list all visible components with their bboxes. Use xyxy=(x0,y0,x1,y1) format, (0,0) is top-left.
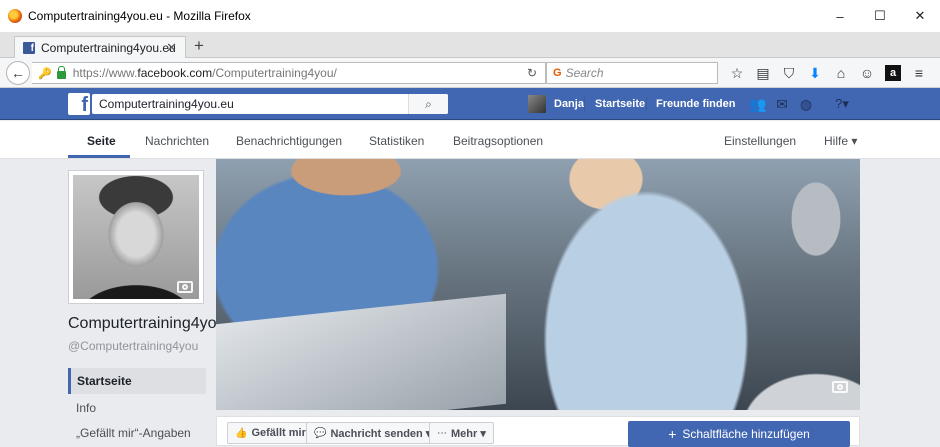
friend-requests-icon[interactable]: 👥 xyxy=(746,95,770,113)
fb-search-value: Computertraining4you.eu xyxy=(99,97,234,111)
tab-beitragsoptionen[interactable]: Beitragsoptionen xyxy=(453,134,543,148)
left-nav-likes[interactable]: „Gefällt mir“-Angaben xyxy=(68,420,206,446)
maximize-button[interactable]: ☐ xyxy=(860,0,900,32)
plus-icon: + xyxy=(668,426,677,442)
message-icon: 💬 xyxy=(314,427,327,439)
back-arrow-icon[interactable]: ← xyxy=(6,61,30,85)
key-icon[interactable]: 🔑 xyxy=(38,67,52,80)
more-button[interactable]: ⋯ Mehr ▾ xyxy=(429,422,494,444)
url-text: https://www.facebook.com/Computertrainin… xyxy=(73,66,337,80)
tab-nachrichten[interactable]: Nachrichten xyxy=(145,134,209,148)
page-handle[interactable]: @Computertraining4you xyxy=(68,339,198,353)
url-bar[interactable]: 🔑 https://www.facebook.com/Computertrain… xyxy=(32,62,546,84)
tab-einstellungen[interactable]: Einstellungen xyxy=(724,134,796,148)
divider xyxy=(584,97,585,111)
toolbar-icons: ☆ ▤ ⛉ ⬇ ⌂ ☺ a ≡ xyxy=(724,64,932,82)
close-window-button[interactable]: ✕ xyxy=(900,0,940,32)
divider xyxy=(646,97,647,111)
laptop-image xyxy=(216,293,506,410)
tab-seite[interactable]: Seite xyxy=(87,134,116,148)
window-title: Computertraining4you.eu - Mozilla Firefo… xyxy=(28,9,251,23)
chat-icon[interactable]: ☺ xyxy=(854,64,880,82)
quick-help-icon[interactable]: ?▾ xyxy=(830,95,854,113)
page-subnav: Seite Nachrichten Benachrichtigungen Sta… xyxy=(0,121,940,159)
like-button[interactable]: 👍 Gefällt mir xyxy=(227,422,314,444)
camera-icon[interactable] xyxy=(177,281,193,293)
window-controls: – ☐ ✕ xyxy=(820,0,940,32)
cta-label: Schaltfläche hinzufügen xyxy=(682,427,810,441)
firefox-icon xyxy=(8,9,22,23)
tab-statistiken[interactable]: Statistiken xyxy=(369,134,424,148)
cover-photo[interactable] xyxy=(216,159,860,410)
send-message-label: Nachricht senden ▾ xyxy=(330,427,432,440)
star-icon[interactable]: ☆ xyxy=(724,64,750,82)
reload-icon[interactable]: ↻ xyxy=(527,66,537,80)
left-nav-info[interactable]: Info xyxy=(68,395,206,421)
home-link[interactable]: Startseite xyxy=(595,98,645,110)
new-tab-button[interactable]: + xyxy=(194,36,204,56)
like-label: Gefällt mir xyxy=(251,427,306,439)
minimize-button[interactable]: – xyxy=(820,0,860,32)
globe-notifications-icon[interactable]: ◍ xyxy=(794,95,818,113)
find-friends-link[interactable]: Freunde finden xyxy=(656,98,735,110)
url-domain: facebook.com xyxy=(137,66,213,80)
messages-icon[interactable]: ✉ xyxy=(770,95,794,113)
tab-hilfe[interactable]: Hilfe ▾ xyxy=(824,134,857,148)
facebook-header: f Computertraining4you.eu ⌕ Danja Starts… xyxy=(0,88,940,120)
more-label: Mehr ▾ xyxy=(451,427,486,440)
tab-strip: f Computertraining4you.eu ✕ + xyxy=(0,32,940,58)
search-icon[interactable]: ⌕ xyxy=(408,94,448,114)
window-titlebar: Computertraining4you.eu - Mozilla Firefo… xyxy=(0,0,940,32)
user-name: Danja xyxy=(554,98,584,110)
navigation-bar: ← 🔑 https://www.facebook.com/Computertra… xyxy=(0,58,940,88)
ellipsis-icon: ⋯ xyxy=(437,427,447,439)
browser-tab[interactable]: f Computertraining4you.eu ✕ xyxy=(14,36,186,58)
fb-profile-link[interactable]: Danja xyxy=(528,95,584,113)
profile-picture[interactable] xyxy=(68,170,204,304)
add-button-cta[interactable]: + Schaltfläche hinzufügen xyxy=(628,421,850,447)
profile-photo xyxy=(73,175,199,299)
menu-icon[interactable]: ≡ xyxy=(906,64,932,82)
search-bar[interactable]: G Search xyxy=(546,62,718,84)
send-message-button[interactable]: 💬 Nachricht senden ▾ xyxy=(306,422,440,444)
camera-icon[interactable] xyxy=(832,381,848,393)
url-prefix: https://www. xyxy=(72,66,138,80)
search-engine-icon[interactable]: G xyxy=(553,67,562,79)
pocket-icon[interactable]: ⛉ xyxy=(776,64,802,82)
tab-benachrichtigungen[interactable]: Benachrichtigungen xyxy=(236,134,342,148)
amazon-icon[interactable]: a xyxy=(885,65,901,81)
facebook-favicon-icon: f xyxy=(23,41,35,54)
fb-notification-icons: 👥 ✉ ◍ ?▾ xyxy=(746,95,854,113)
left-nav-startseite[interactable]: Startseite xyxy=(68,368,206,394)
url-path: /Computertraining4you/ xyxy=(212,66,337,80)
search-placeholder: Search xyxy=(565,66,604,80)
close-tab-icon[interactable]: ✕ xyxy=(166,40,177,56)
facebook-logo-icon[interactable]: f xyxy=(68,93,90,115)
thumbs-up-icon: 👍 xyxy=(235,427,248,439)
home-icon[interactable]: ⌂ xyxy=(828,64,854,82)
tab-label: Computertraining4you.eu xyxy=(41,40,176,55)
avatar xyxy=(528,95,546,113)
reading-list-icon[interactable]: ▤ xyxy=(750,64,776,82)
download-icon[interactable]: ⬇ xyxy=(802,64,828,82)
active-tab-indicator xyxy=(68,155,130,158)
lock-icon[interactable] xyxy=(56,66,66,79)
fb-search-input[interactable]: Computertraining4you.eu ⌕ xyxy=(92,94,448,114)
